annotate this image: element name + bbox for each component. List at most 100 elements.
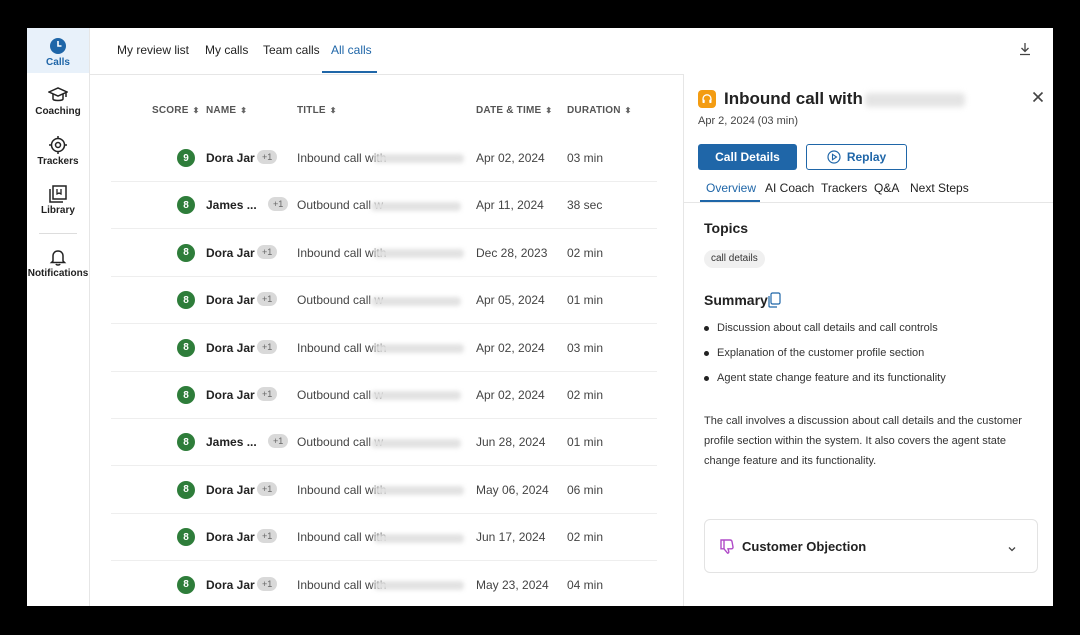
redacted-number <box>374 154 465 164</box>
call-duration: 01 min <box>567 435 604 450</box>
tab-my-calls[interactable]: My calls <box>205 43 248 57</box>
copy-icon[interactable] <box>767 292 781 313</box>
score-badge: 8 <box>177 433 195 452</box>
call-title[interactable]: Inbound call with <box>297 530 465 544</box>
target-icon <box>49 136 67 154</box>
caller-name: Dora Jar <box>206 577 255 592</box>
tab-divider <box>684 202 1053 203</box>
participants-badge[interactable]: +1 <box>257 244 278 259</box>
top-nav: My review list My calls Team calls All c… <box>89 28 1053 75</box>
participants-badge[interactable]: +1 <box>257 529 278 544</box>
call-duration: 04 min <box>567 577 604 592</box>
call-date: Apr 05, 2024 <box>476 293 545 308</box>
participants-badge[interactable]: +1 <box>268 434 289 449</box>
header-title[interactable]: TITLE ⬍ <box>297 105 337 116</box>
call-details-button[interactable]: Call Details <box>698 144 797 170</box>
summary-bullet: Agent state change feature and its funct… <box>704 372 946 384</box>
close-icon[interactable] <box>1032 90 1044 108</box>
bell-icon <box>49 250 67 266</box>
rail-item-calls[interactable]: Calls <box>27 28 89 73</box>
table-row[interactable]: 8 Dora Jar +1 Inbound call with Apr 02, 2024… <box>111 324 657 372</box>
call-title[interactable]: Inbound call with <box>297 341 465 355</box>
header-duration[interactable]: DURATION ⬍ <box>567 105 632 116</box>
header-name[interactable]: NAME ⬍ <box>206 105 247 116</box>
participants-badge[interactable]: +1 <box>257 292 278 307</box>
library-icon <box>49 185 67 203</box>
caller-name: Dora Jar <box>206 482 255 497</box>
table-row[interactable]: 8 Dora Jar +1 Inbound call with Jun 17, 2024… <box>111 513 657 562</box>
call-duration: 02 min <box>567 245 604 260</box>
table-row[interactable]: 8 Dora Jar +1 Inbound call with May 23, 2024… <box>111 561 657 606</box>
table-row[interactable]: 8 Dora Jar +1 Outbound call w Apr 02, 2024 02… <box>111 371 657 419</box>
call-date: May 06, 2024 <box>476 482 549 497</box>
rail-item-coaching[interactable]: Coaching <box>27 86 89 117</box>
participants-badge[interactable]: +1 <box>268 197 289 212</box>
participants-badge[interactable]: +1 <box>257 339 278 354</box>
rail-item-label: Calls <box>46 57 70 68</box>
call-date: Apr 02, 2024 <box>476 388 545 402</box>
score-badge: 8 <box>177 291 195 310</box>
header-score[interactable]: SCORE ⬍ <box>152 105 199 116</box>
call-title[interactable]: Outbound call w <box>297 293 462 307</box>
app-window: Calls Coaching Trackers Library Notifica… <box>27 28 1053 606</box>
caller-name: Dora Jar <box>206 388 255 402</box>
tab-team-calls[interactable]: Team calls <box>263 43 320 57</box>
sort-icon: ⬍ <box>624 106 632 115</box>
call-title[interactable]: Outbound call w <box>297 388 462 402</box>
redacted-number <box>371 296 462 306</box>
score-badge: 8 <box>177 575 195 594</box>
call-length: (03 min) <box>757 115 798 127</box>
rail-item-trackers[interactable]: Trackers <box>27 136 89 167</box>
call-title[interactable]: Outbound call w <box>297 198 462 212</box>
left-rail: Calls Coaching Trackers Library Notifica… <box>27 28 90 606</box>
participants-badge[interactable]: +1 <box>257 481 278 496</box>
tab-overview[interactable]: Overview <box>706 181 756 195</box>
participants-badge[interactable]: +1 <box>257 387 278 401</box>
call-title[interactable]: Inbound call with <box>297 246 465 260</box>
summary-bullet: Explanation of the customer profile sect… <box>704 347 924 359</box>
summary-heading: Summary <box>704 292 768 308</box>
call-date: Apr 2, 2024 (03 min) <box>698 115 798 127</box>
header-date[interactable]: DATE & TIME ⬍ <box>476 105 552 116</box>
table-row[interactable]: 8 Dora Jar +1 Inbound call with Dec 28, 2023… <box>111 229 657 277</box>
score-badge: 8 <box>177 386 195 404</box>
rail-item-library[interactable]: Library <box>27 185 89 216</box>
tab-all-calls[interactable]: All calls <box>331 43 372 57</box>
call-title[interactable]: Inbound call with <box>297 483 465 497</box>
call-title[interactable]: Inbound call with <box>297 151 465 165</box>
replay-button[interactable]: Replay <box>806 144 907 170</box>
caller-name: James ... <box>206 198 257 213</box>
call-date: Apr 02, 2024 <box>476 340 545 355</box>
topic-chip[interactable]: call details <box>704 250 765 268</box>
table-row[interactable]: 8 Dora Jar +1 Inbound call with May 06, 2024… <box>111 466 657 514</box>
table-row[interactable]: 9 Dora Jar +1 Inbound call with Apr 02, 2024… <box>111 134 657 182</box>
call-date: Jun 17, 2024 <box>476 530 546 545</box>
call-duration: 03 min <box>567 151 604 165</box>
table-row[interactable]: 8 James ... +1 Outbound call w Apr 11, 2024 3… <box>111 181 657 230</box>
call-date: Apr 02, 2024 <box>476 151 545 165</box>
tab-ai-coach[interactable]: AI Coach <box>765 181 814 195</box>
call-title[interactable]: Inbound call with <box>297 578 465 592</box>
redacted-number <box>864 92 965 107</box>
tab-next-steps[interactable]: Next Steps <box>910 181 969 195</box>
rail-item-notifications[interactable]: Notifications <box>27 248 89 279</box>
table-row[interactable]: 8 James ... +1 Outbound call w Jun 28, 2024 0… <box>111 418 657 467</box>
table-row[interactable]: 8 Dora Jar +1 Outbound call w Apr 05, 2024 01… <box>111 276 657 325</box>
score-badge: 8 <box>177 196 195 215</box>
redacted-number <box>374 249 465 259</box>
caller-name: Dora Jar <box>206 245 255 260</box>
download-icon[interactable] <box>1019 42 1031 61</box>
customer-objection-accordion[interactable]: Customer Objection <box>704 519 1038 573</box>
tab-trackers[interactable]: Trackers <box>821 181 867 195</box>
call-duration: 02 min <box>567 388 604 402</box>
tab-my-review-list[interactable]: My review list <box>117 43 189 57</box>
redacted-number <box>374 580 465 590</box>
call-title[interactable]: Outbound call w <box>297 435 462 449</box>
participants-badge[interactable]: +1 <box>257 576 278 591</box>
caller-name: James ... <box>206 435 257 450</box>
participants-badge[interactable]: +1 <box>257 150 278 164</box>
rail-item-label: Notifications <box>27 268 89 279</box>
sort-icon: ⬍ <box>329 106 337 115</box>
caller-name: Dora Jar <box>206 151 255 165</box>
tab-qa[interactable]: Q&A <box>874 181 899 195</box>
